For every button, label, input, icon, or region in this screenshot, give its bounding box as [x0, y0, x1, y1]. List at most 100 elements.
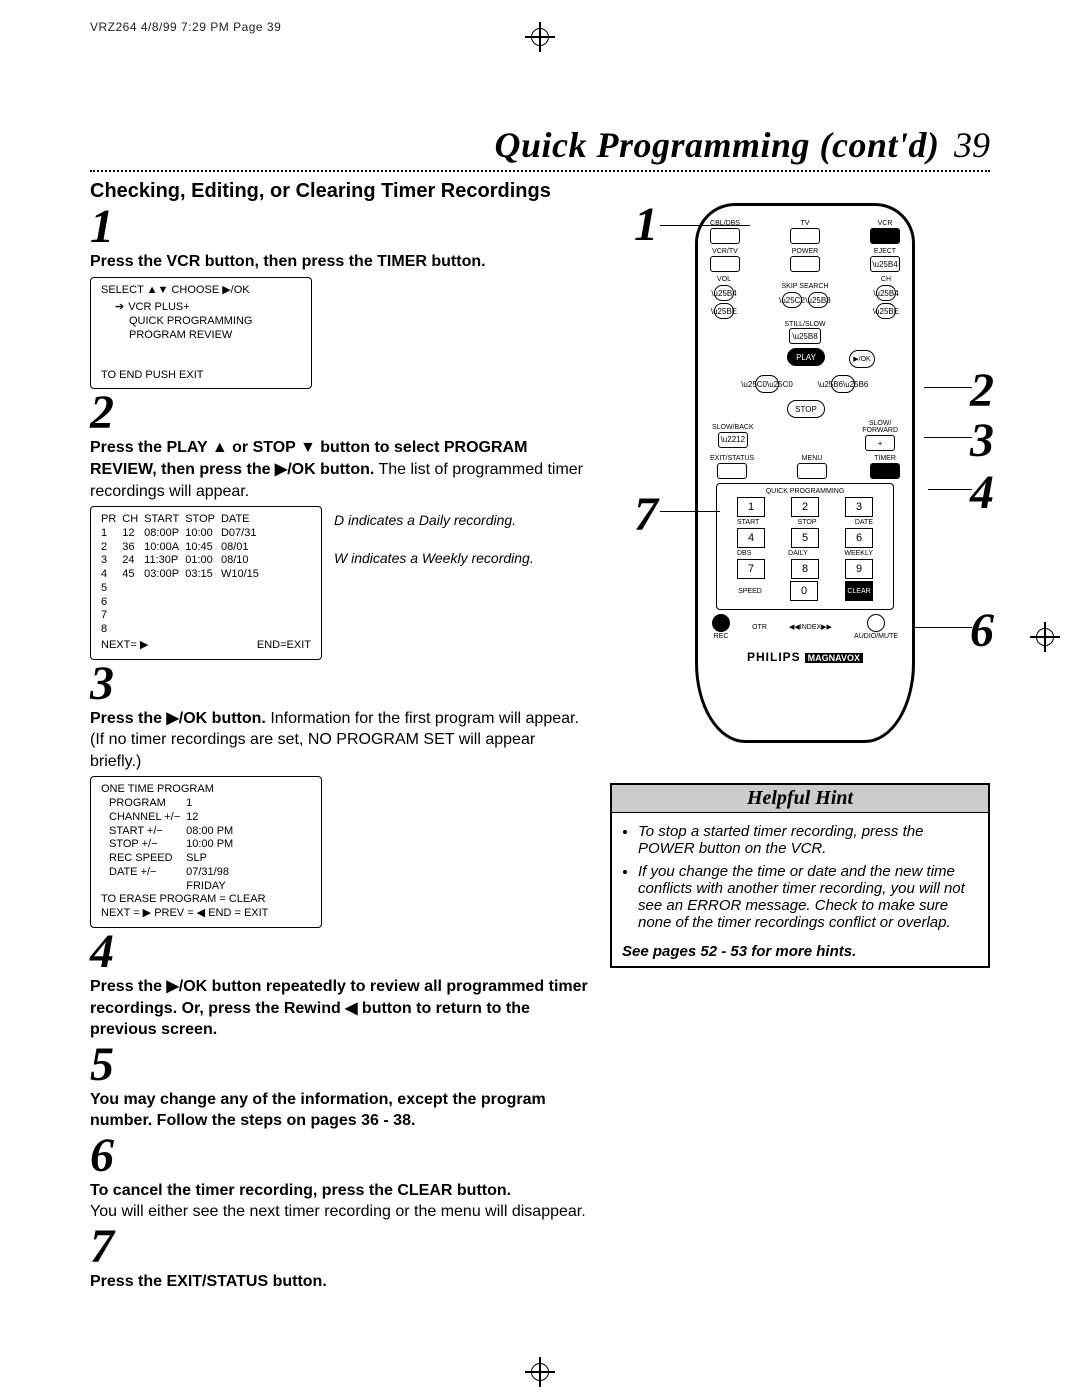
btn-ok: ▶/OK — [849, 350, 875, 368]
osd1-header: SELECT ▲▼ CHOOSE ▶/OK — [101, 284, 301, 298]
step6-bold: To cancel the timer recording, press the… — [90, 1182, 511, 1199]
legend-daily: D indicates a Daily recording. — [334, 512, 534, 528]
lbl-index: ◀◀INDEX▶▶ — [789, 623, 832, 631]
kp-5: 5 — [791, 528, 819, 548]
osd1-opt2: QUICK PROGRAMMING — [101, 315, 301, 329]
btn-cbldbs-label: CBL/DBS — [710, 220, 740, 227]
kp-9: 9 — [845, 559, 873, 579]
btn-vol-up: \u25B4 — [714, 285, 734, 301]
step-number-5: 5 — [90, 1041, 590, 1089]
callout-6: 6 — [970, 603, 994, 658]
btn-plus: + — [865, 435, 895, 451]
btn-clear: CLEAR — [845, 581, 873, 601]
btn-power — [790, 256, 820, 272]
btn-vcrtv-label: VCR/TV — [712, 248, 738, 255]
divider-dotted — [90, 170, 990, 174]
step-number-4: 4 — [90, 928, 590, 976]
btn-play: PLAY — [787, 348, 825, 366]
quick-programming-frame: QUICK PROGRAMMING 1 2 3 START STOP DATE — [716, 483, 894, 610]
lbl-start: START — [737, 519, 759, 526]
btn-eject-label: EJECT — [874, 248, 896, 255]
btn-skip-back: \u25C2 — [782, 292, 802, 308]
lbl-weekly: WEEKLY — [844, 550, 873, 557]
hint-title: Helpful Hint — [612, 785, 988, 813]
step6-rest: You will either see the next timer recor… — [90, 1203, 586, 1220]
btn-timer — [870, 463, 900, 479]
step5-text: You may change any of the information, e… — [90, 1091, 546, 1130]
callout-4: 4 — [970, 465, 994, 520]
lbl-slowfwd: SLOW/ FORWARD — [862, 420, 898, 434]
hint-item-1: To stop a started timer recording, press… — [638, 823, 978, 857]
timer-table: PR CH START STOP DATE 11208:00P10:00D07/… — [101, 513, 265, 637]
lbl-speed: SPEED — [737, 588, 763, 595]
section-heading: Checking, Editing, or Clearing Timer Rec… — [90, 180, 990, 203]
osd2-next: NEXT= ▶ — [101, 639, 148, 653]
lbl-dbs: DBS — [737, 550, 751, 557]
step4-text: Press the ▶/OK button repeatedly to revi… — [90, 978, 588, 1038]
kp-0: 0 — [790, 581, 818, 601]
osd1-opt1: VCR PLUS+ — [101, 301, 301, 315]
kp-2: 2 — [791, 497, 819, 517]
btn-tv-label: TV — [801, 220, 810, 227]
osd3-title: ONE TIME PROGRAM — [101, 783, 311, 797]
lbl-timer: TIMER — [874, 455, 896, 462]
osd-screen-3: ONE TIME PROGRAM PROGRAM1 CHANNEL +/−12 … — [90, 776, 322, 928]
btn-eject: \u25B4 — [870, 256, 900, 272]
lbl-slowback: SLOW/BACK — [712, 424, 754, 431]
lbl-daily: DAILY — [788, 550, 808, 557]
btn-skip-fwd: \u25B8 — [808, 292, 828, 308]
kp-3: 3 — [845, 497, 873, 517]
btn-power-label: POWER — [792, 248, 818, 255]
kp-4: 4 — [737, 528, 765, 548]
brand-label: PHILIPSMAGNAVOX — [710, 650, 900, 664]
kp-1: 1 — [737, 497, 765, 517]
callout-3: 3 — [970, 413, 994, 468]
page-number: 39 — [954, 125, 990, 165]
step1-text: Press the VCR button, then press the TIM… — [90, 253, 486, 270]
callout-7: 7 — [634, 487, 658, 542]
btn-cbldbs — [710, 228, 740, 244]
legend-weekly: W indicates a Weekly recording. — [334, 550, 534, 566]
page-title: Quick Programming (cont'd) — [495, 125, 940, 165]
btn-vcr — [870, 228, 900, 244]
step-number-1: 1 — [90, 203, 590, 251]
osd3-foot1: TO ERASE PROGRAM = CLEAR — [101, 893, 311, 907]
osd3-day: FRIDAY — [101, 880, 311, 894]
btn-exitstatus — [717, 463, 747, 479]
kp-6: 6 — [845, 528, 873, 548]
btn-ch-down: \u25BE — [876, 303, 896, 319]
lbl-menu: MENU — [802, 455, 823, 462]
osd1-footer: TO END PUSH EXIT — [101, 369, 301, 383]
btn-ch-up: \u25B4 — [876, 285, 896, 301]
kp-7: 7 — [737, 559, 765, 579]
lbl-skip: SKIP SEARCH — [782, 283, 829, 290]
lbl-ch: CH — [881, 276, 891, 283]
remote-diagram: 1 2 3 4 6 7 CBL/DBS TV VCR — [640, 203, 970, 743]
step7-text: Press the EXIT/STATUS button. — [90, 1273, 327, 1290]
lbl-quickprogramming: QUICK PROGRAMMING — [719, 488, 891, 495]
btn-rec — [712, 614, 730, 632]
step-number-2: 2 — [90, 389, 590, 437]
callout-2: 2 — [970, 363, 994, 418]
lbl-exitstatus: EXIT/STATUS — [710, 455, 754, 462]
hint-footer: See pages 52 - 53 for more hints. — [612, 943, 988, 966]
step-number-3: 3 — [90, 660, 590, 708]
remote-body: CBL/DBS TV VCR VCR/TV POWER EJECT\u25B4 … — [695, 203, 915, 743]
transport-wheel: PLAY STOP \u25C0\u25C0 \u25B6\u25B6 ▶/OK — [755, 348, 855, 418]
osd-screen-1: SELECT ▲▼ CHOOSE ▶/OK VCR PLUS+ QUICK PR… — [90, 277, 312, 390]
btn-rewind: \u25C0\u25C0 — [755, 375, 779, 393]
btn-stillslow: \u25B8 — [789, 328, 821, 344]
btn-vol-down: \u25BE — [714, 303, 734, 319]
step-number-7: 7 — [90, 1223, 590, 1271]
osd1-opt3: PROGRAM REVIEW — [101, 329, 301, 343]
btn-vcrtv — [710, 256, 740, 272]
kp-8: 8 — [791, 559, 819, 579]
osd2-end: END=EXIT — [257, 639, 311, 653]
callout-1: 1 — [634, 197, 658, 252]
btn-stop: STOP — [787, 400, 825, 418]
btn-ffwd: \u25B6\u25B6 — [831, 375, 855, 393]
btn-menu — [797, 463, 827, 479]
btn-tv — [790, 228, 820, 244]
lbl-stillslow: STILL/SLOW — [710, 321, 900, 328]
step-number-6: 6 — [90, 1132, 590, 1180]
